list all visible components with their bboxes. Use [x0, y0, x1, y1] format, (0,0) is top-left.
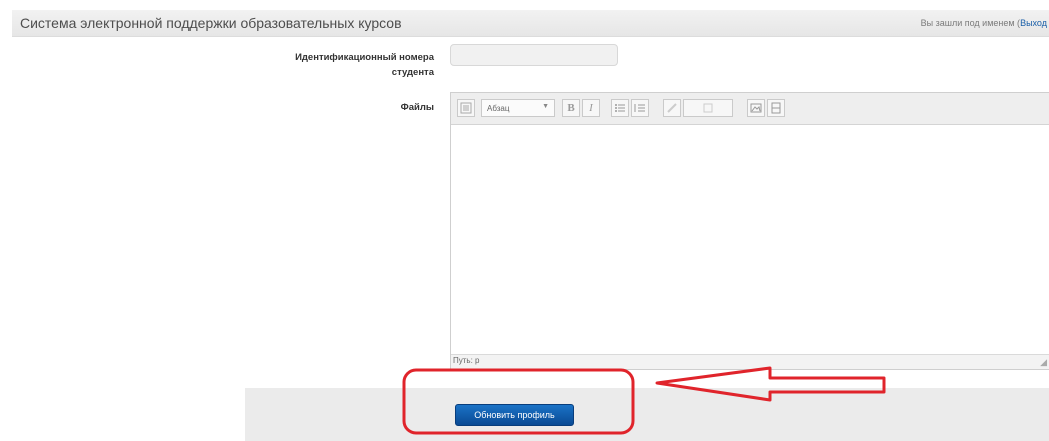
login-prefix: Вы зашли под именем ( — [920, 18, 1021, 28]
update-profile-button[interactable]: Обновить профиль — [455, 404, 574, 426]
files-label: Файлы — [400, 102, 434, 113]
format-select[interactable]: Абзац ▼ — [481, 99, 555, 117]
unlink-icon[interactable] — [683, 99, 733, 117]
editor-content-area[interactable] — [451, 125, 1049, 355]
toolbar-toggle-icon[interactable] — [457, 99, 475, 117]
student-id-label-line2: студента — [391, 67, 434, 78]
numbered-list-icon[interactable] — [631, 99, 649, 117]
login-info: Вы зашли под именем (Выход — [921, 18, 1047, 28]
format-select-value: Абзац — [487, 104, 510, 113]
bold-icon[interactable]: B — [562, 99, 580, 117]
logout-link[interactable]: Выход — [1020, 18, 1047, 28]
header-bar: Система электронной поддержки образовате… — [12, 10, 1049, 37]
resize-grip-icon[interactable]: ◢ — [1040, 357, 1047, 368]
chevron-down-icon: ▼ — [542, 103, 549, 110]
form-footer-panel — [245, 388, 1049, 441]
italic-icon[interactable]: I — [582, 99, 600, 117]
editor-toolbar: Абзац ▼ B I — [451, 93, 1049, 125]
path-label: Путь: p — [453, 356, 480, 365]
media-icon[interactable] — [767, 99, 785, 117]
link-icon[interactable] — [663, 99, 681, 117]
student-id-label: Идентификационный номера студента — [258, 50, 434, 80]
editor-statusbar: Путь: p ◢ — [451, 354, 1049, 369]
image-icon[interactable] — [747, 99, 765, 117]
student-id-label-line1: Идентификационный номера — [295, 52, 434, 63]
site-title[interactable]: Система электронной поддержки образовате… — [20, 15, 402, 31]
student-id-input[interactable] — [450, 44, 618, 66]
bullet-list-icon[interactable] — [611, 99, 629, 117]
rich-text-editor: Абзац ▼ B I Путь: p ◢ — [450, 92, 1049, 370]
